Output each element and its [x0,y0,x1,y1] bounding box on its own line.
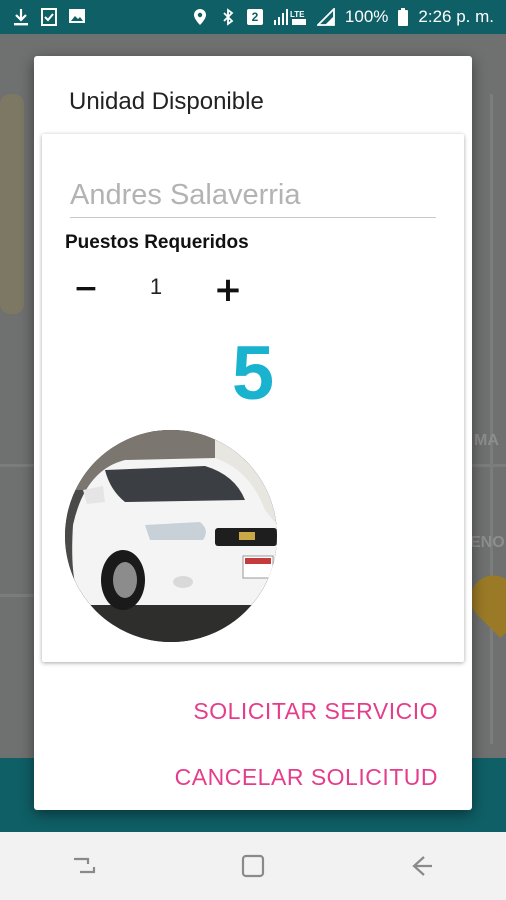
location-icon [191,8,209,26]
vehicle-photo [65,430,277,642]
signal-bars-icon [315,6,335,26]
sim-icon: 2 [246,9,263,25]
status-bar: 2 LTE 100% 2:26 p. m. [0,0,506,34]
signal-icon: LTE [273,8,307,26]
car-image [65,430,277,642]
map-label: MA [474,432,499,449]
network-type-label: LTE [290,10,305,19]
home-icon[interactable] [233,846,273,886]
unit-card: Puestos Requeridos − 1 + 5 [42,134,464,662]
map-road [490,94,493,744]
available-count: 5 [231,331,275,416]
cancel-request-button[interactable]: CANCELAR SOLICITUD [175,764,438,791]
increment-seats-button[interactable]: + [210,270,246,310]
image-icon [68,8,86,26]
status-bar-left [12,8,86,26]
request-service-button[interactable]: SOLICITAR SERVICIO [193,698,438,725]
system-nav-bar [0,832,506,900]
map-road [0,94,24,314]
bluetooth-icon [219,8,237,26]
download-icon [12,8,30,26]
clock: 2:26 p. m. [418,7,494,26]
back-icon[interactable] [402,846,442,886]
driver-name-field[interactable] [70,174,436,218]
seats-required-label: Puestos Requeridos [65,232,249,253]
battery-icon [398,8,409,26]
dialog-title: Unidad Disponible [69,88,264,115]
battery-percent: 100% [344,7,389,26]
seats-value: 1 [149,274,163,299]
checklist-icon [40,8,58,26]
decrement-seats-button[interactable]: − [68,270,104,306]
unit-available-dialog: Unidad Disponible Puestos Requeridos − 1… [34,56,472,810]
recent-apps-icon[interactable] [64,846,104,886]
status-bar-right: 2 LTE 100% 2:26 p. m. [191,6,494,27]
map-label: ENO [470,534,505,551]
